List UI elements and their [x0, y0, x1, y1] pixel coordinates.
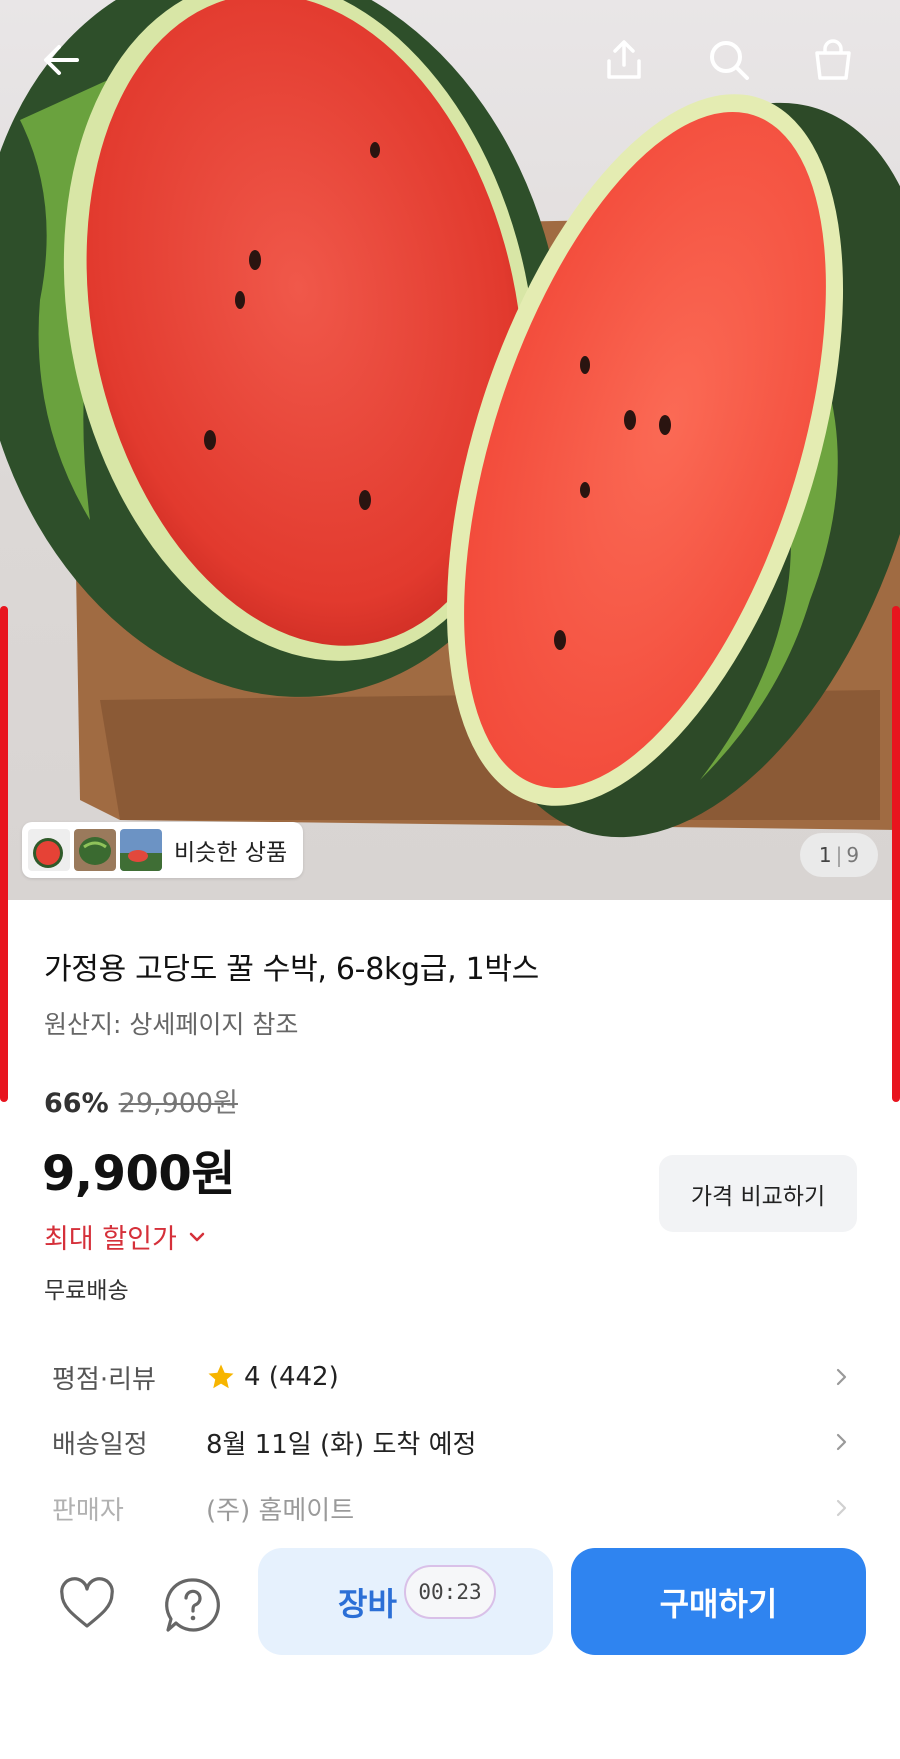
delivery-key: 배송일정 — [52, 1429, 148, 1460]
sale-price: 9,900원 — [42, 1146, 236, 1202]
similar-products-label: 비슷한 상품 — [174, 840, 288, 866]
rating-review-value: 4 (442) — [244, 1362, 339, 1392]
heart-icon — [60, 1577, 114, 1628]
similar-thumbnail — [28, 829, 70, 871]
add-to-cart-label: 장바 — [338, 1584, 397, 1623]
timer-badge: 00:23 — [404, 1565, 496, 1619]
right-edge-indicator — [892, 606, 900, 1102]
compare-price-button[interactable]: 가격 비교하기 — [659, 1155, 857, 1232]
chevron-down-icon — [189, 1232, 205, 1241]
arrow-left-icon — [44, 45, 79, 75]
seller-value: (주) 홈메이트 — [206, 1495, 355, 1526]
back-button[interactable] — [30, 28, 94, 92]
rating-review-row[interactable]: 평점·리뷰 4 (442) — [52, 1352, 852, 1402]
max-discount-label: 최대 할인가 — [44, 1224, 177, 1255]
image-counter-current: 1 — [818, 843, 832, 867]
shipping-info: 무료배송 — [44, 1278, 129, 1304]
shopping-bag-icon — [815, 39, 851, 80]
delivery-row[interactable]: 배송일정 8월 11일 (화) 도착 예정 — [52, 1417, 852, 1467]
rating-review-key: 평점·리뷰 — [52, 1364, 156, 1395]
seller-row[interactable]: 판매자 (주) 홈메이트 — [52, 1483, 852, 1533]
image-counter: 1 | 9 — [800, 833, 878, 877]
left-edge-indicator — [0, 606, 8, 1102]
rating-review-value-wrap: 4 (442) — [206, 1362, 339, 1392]
buy-now-button[interactable]: 구매하기 — [571, 1548, 866, 1655]
seller-key: 판매자 — [52, 1495, 124, 1526]
discount-row: 66% 29,900원 — [44, 1081, 238, 1120]
product-title: 가정용 고당도 꿀 수박, 6-8kg급, 1박스 — [44, 952, 539, 987]
cart-button[interactable] — [801, 28, 865, 92]
chevron-right-icon — [836, 1368, 847, 1386]
help-button[interactable] — [158, 1570, 228, 1640]
chevron-right-icon — [836, 1433, 847, 1451]
search-button[interactable] — [697, 28, 761, 92]
original-price: 29,900원 — [118, 1088, 238, 1119]
share-icon — [607, 40, 641, 79]
share-button[interactable] — [592, 28, 656, 92]
similar-products-button[interactable]: 비슷한 상품 — [22, 822, 304, 878]
like-button[interactable] — [52, 1570, 122, 1640]
product-photo — [0, 0, 900, 838]
chevron-right-icon — [836, 1499, 847, 1517]
discount-percent: 66% — [44, 1088, 109, 1119]
star-icon — [208, 1364, 234, 1389]
similar-thumbnail — [74, 829, 116, 871]
image-counter-separator: | — [835, 843, 843, 867]
delivery-value: 8월 11일 (화) 도착 예정 — [206, 1429, 477, 1460]
question-icon — [165, 1578, 220, 1632]
similar-thumbnail — [120, 829, 162, 871]
search-icon — [710, 41, 749, 80]
product-image-gallery[interactable]: 비슷한 상품 1 | 9 — [0, 0, 900, 900]
product-origin: 원산지: 상세페이지 참조 — [44, 1010, 299, 1039]
image-counter-total: 9 — [846, 843, 860, 867]
max-discount-toggle[interactable]: 최대 할인가 — [44, 1217, 207, 1256]
